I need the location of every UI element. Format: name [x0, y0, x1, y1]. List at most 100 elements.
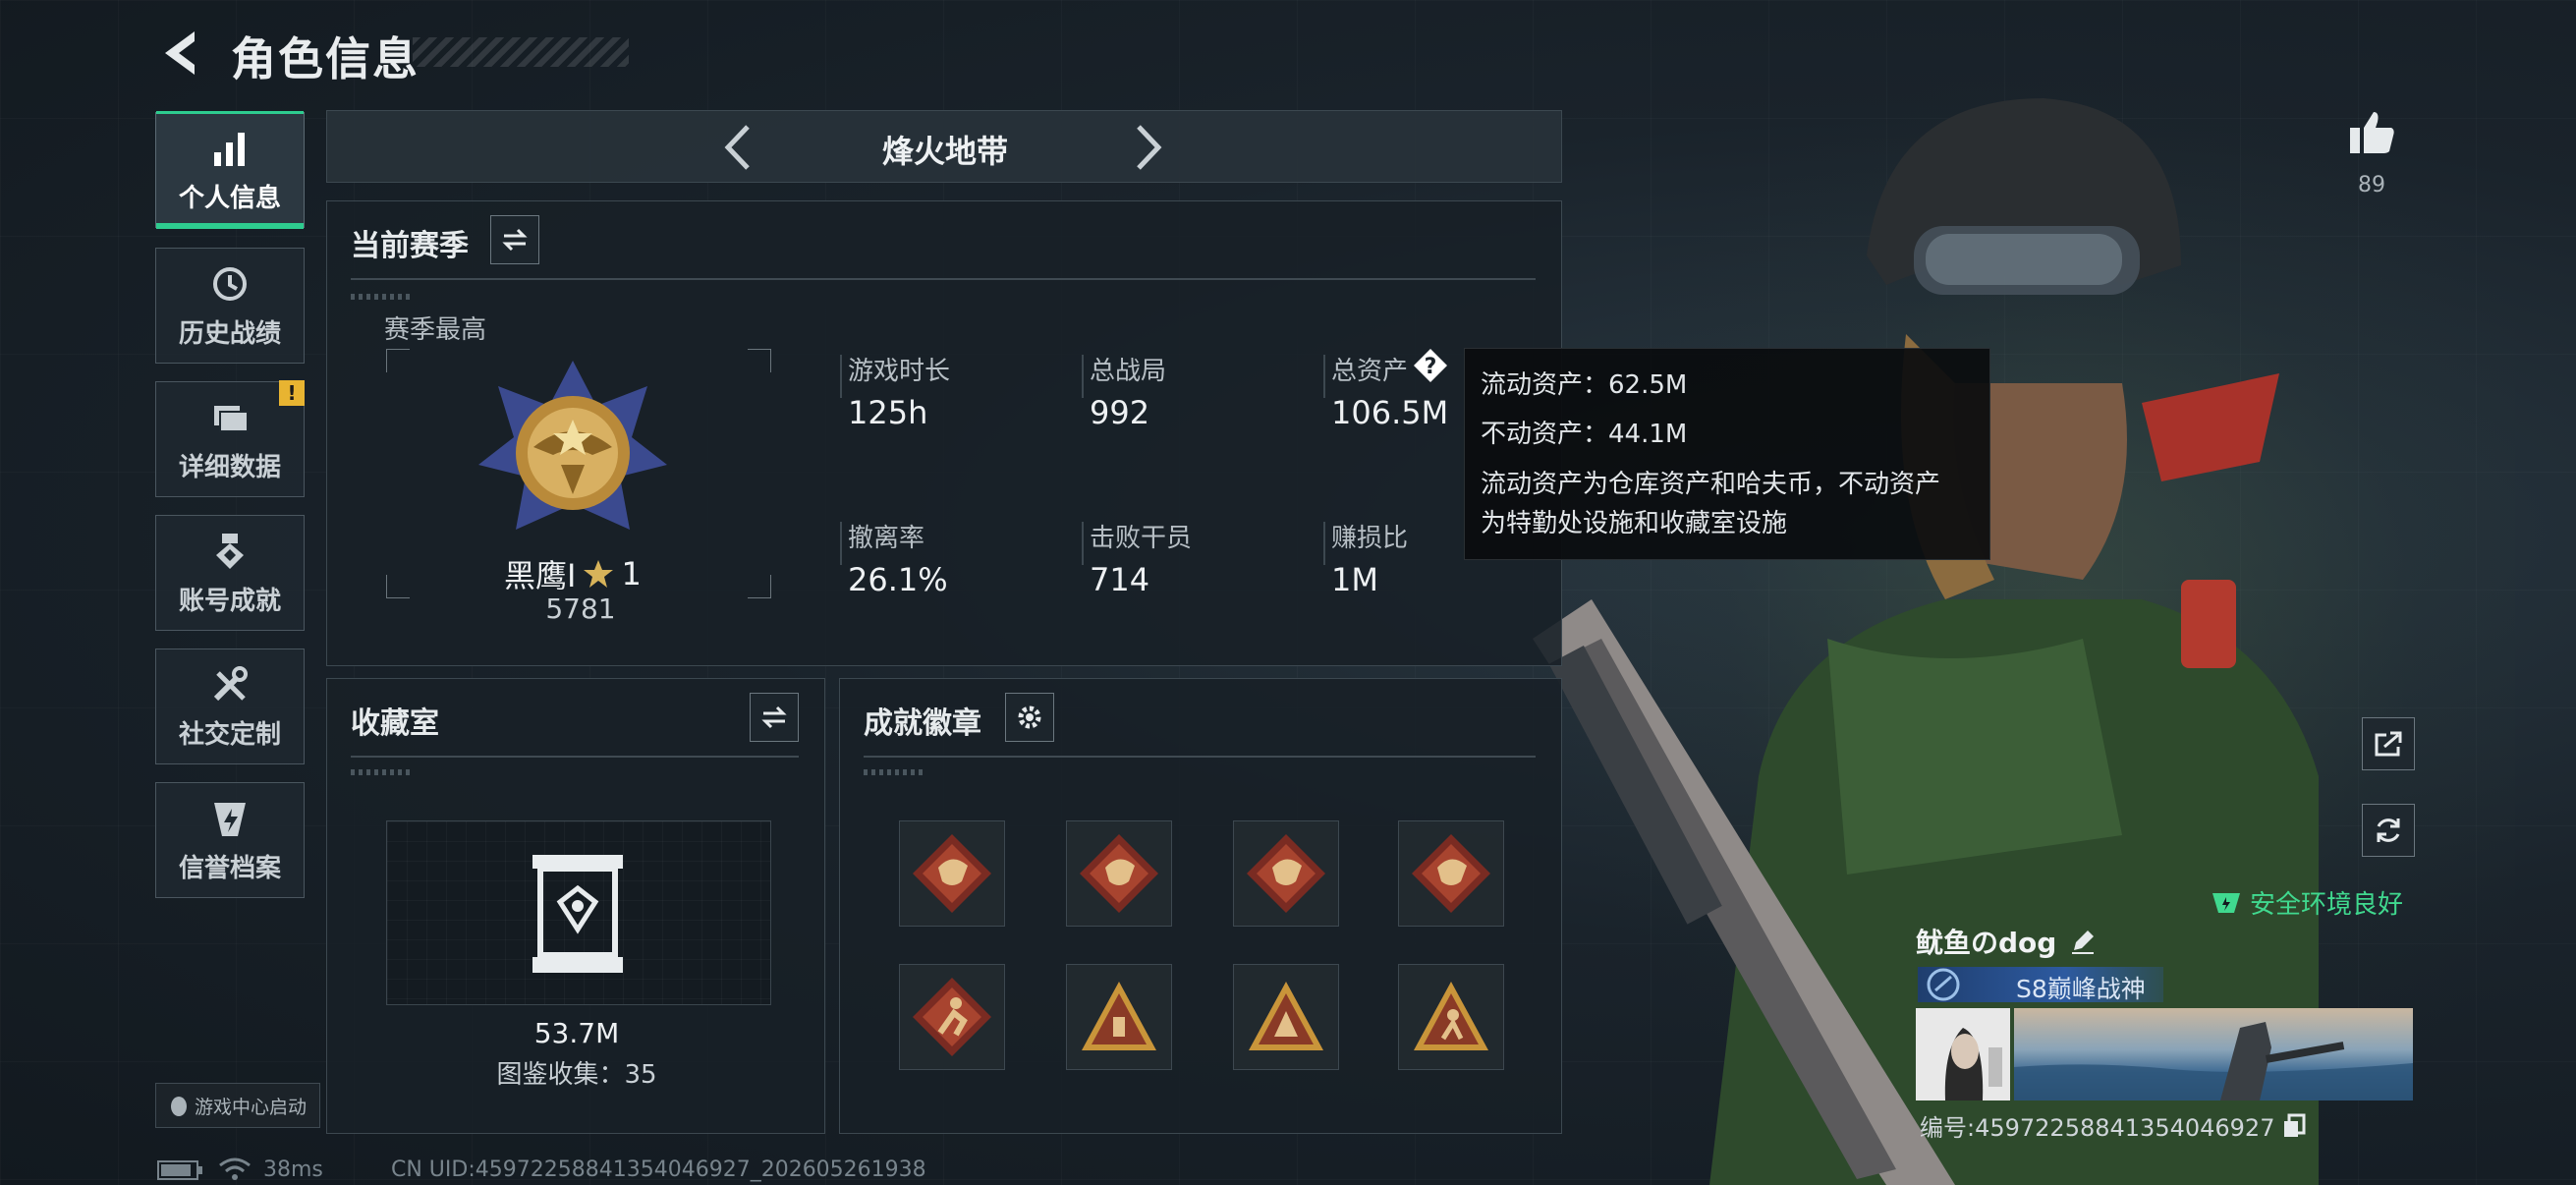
share-icon	[2375, 731, 2402, 757]
dragon-badge-icon	[1412, 834, 1490, 913]
stat-value: 992	[1090, 394, 1150, 431]
help-icon[interactable]: ?	[1412, 347, 1449, 384]
player-id-row: 编号:4597225884135404692​7	[1920, 1108, 2306, 1143]
banner-scene	[2014, 1022, 2413, 1100]
achievement-badge[interactable]	[1398, 820, 1504, 927]
tooltip-fixed: 不动资产：44.1M	[1481, 420, 1688, 449]
launch-label: 游戏中心启动	[194, 1096, 307, 1118]
player-id: 编号:4597225884135404692​7	[1920, 1114, 2275, 1142]
display-case-icon	[532, 855, 623, 973]
asset-tooltip: 流动资产：62.5M 不动资产：44.1M 流动资产为仓库资产和哈夫币，不动资产…	[1464, 348, 1990, 560]
achievement-badge[interactable]	[899, 964, 1005, 1070]
cn-uid-line: CN UID:4597225884135404692​7_20260526193…	[391, 1157, 926, 1182]
stat-label: 游戏时长	[848, 357, 951, 386]
mode-name: 烽火地带	[881, 133, 1008, 170]
medal-icon	[216, 533, 244, 569]
dragon-badge-icon	[1247, 834, 1325, 913]
shield-bolt-icon	[214, 802, 246, 836]
sidebar-item-label: 历史战绩	[178, 318, 281, 349]
refresh-icon	[2377, 818, 2400, 842]
star-icon	[584, 560, 614, 588]
avatar-portrait	[1944, 1028, 2002, 1100]
pyramid-badge-icon	[1082, 982, 1156, 1050]
season-panel: 当前赛季 赛季最高 黑鹰I 1 5781 游戏时长 125h 总战局 992 总…	[326, 200, 1562, 666]
stat-value: 26.1%	[848, 561, 948, 598]
stat-label: 击败干员	[1090, 524, 1193, 553]
achievements-title: 成就徽章	[864, 706, 981, 741]
collection-title: 收藏室	[351, 706, 439, 741]
collection-preview[interactable]	[386, 820, 771, 1005]
stat-label: 总战局	[1090, 357, 1167, 386]
bar-chart-icon	[214, 132, 245, 166]
rank-stars: 1	[621, 555, 642, 592]
sidebar-item-label: 详细数据	[178, 452, 281, 482]
battery-icon	[157, 1160, 202, 1180]
player-banner-image[interactable]	[2014, 1008, 2413, 1100]
achievement-badge[interactable]	[1233, 964, 1339, 1070]
gallery-count: 图鉴收集：35	[496, 1060, 657, 1090]
history-clock-icon	[213, 266, 247, 301]
player-name-row: 鱿鱼のdog	[1916, 922, 2098, 961]
gear-icon	[1018, 705, 1041, 729]
copy-icon[interactable]	[2282, 1113, 2306, 1139]
achievement-badge[interactable]	[1398, 964, 1504, 1070]
stat-label: 总资产	[1331, 357, 1409, 386]
collection-switch-button[interactable]	[750, 693, 799, 742]
edit-pencil-icon[interactable]	[2068, 927, 2098, 956]
runner-badge-icon	[913, 978, 991, 1056]
dragon-badge-icon	[913, 834, 991, 913]
achievement-badge[interactable]	[1233, 820, 1339, 927]
stat-value: 125h	[848, 394, 928, 431]
season-best-label: 赛季最高	[384, 315, 487, 345]
tooltip-desc-line2: 为特勤处设施和收藏室设施	[1481, 509, 1788, 538]
chevron-right-icon[interactable]	[1131, 123, 1166, 172]
achievement-badge[interactable]	[1066, 964, 1172, 1070]
achievement-badge[interactable]	[899, 820, 1005, 927]
sidebar-item-details[interactable]: 详细数据 !	[155, 380, 305, 497]
rank-name: 黑鹰I	[504, 557, 577, 594]
dragon-badge-icon	[1080, 834, 1158, 913]
page-title: 角色信息	[231, 32, 420, 85]
safe-env-label: 安全环境良好	[2250, 890, 2404, 920]
sidebar-item-profile[interactable]: 个人信息	[155, 111, 305, 229]
tools-icon	[213, 665, 248, 701]
player-avatar[interactable]	[1916, 1008, 2010, 1100]
achievement-badge[interactable]	[1066, 820, 1172, 927]
thumbs-up-icon[interactable]	[2346, 106, 2397, 157]
sidebar-item-label: 信誉档案	[178, 853, 281, 883]
stat-label: 撤离率	[848, 524, 925, 553]
sidebar-item-reputation[interactable]: 信誉档案	[155, 782, 305, 898]
safe-environment-status: 安全环境良好	[2211, 884, 2403, 921]
rank-title: 黑鹰I 1	[504, 551, 642, 596]
triangle-figure-badge-icon	[1414, 982, 1488, 1050]
share-button[interactable]	[2362, 717, 2415, 770]
likes-count: 89	[2358, 173, 2385, 198]
season-title: 当前赛季	[351, 229, 469, 263]
sidebar-item-label: 账号成就	[178, 586, 281, 616]
season-switch-button[interactable]	[490, 215, 539, 264]
sidebar-item-achievements[interactable]: 账号成就	[155, 515, 305, 631]
sidebar-item-social[interactable]: 社交定制	[155, 649, 305, 764]
stat-label: 赚损比	[1331, 524, 1409, 553]
swap-icon	[502, 228, 528, 252]
stat-value: 106.5M	[1331, 394, 1449, 431]
penguin-icon	[170, 1097, 187, 1116]
game-center-launch-button[interactable]: 游戏中心启动	[155, 1083, 320, 1128]
player-title: S8巅峰战神	[2016, 975, 2146, 1003]
back-arrow-icon[interactable]	[155, 26, 206, 81]
stat-value: 1M	[1331, 561, 1378, 598]
title-emblem-icon	[1927, 968, 1960, 1001]
sidebar-item-label: 社交定制	[178, 719, 281, 750]
achievements-settings-button[interactable]	[1005, 693, 1054, 742]
tooltip-liquid: 流动资产：62.5M	[1481, 370, 1688, 400]
sidebar-item-history[interactable]: 历史战绩	[155, 248, 305, 364]
title-decoration	[413, 37, 629, 67]
refresh-button[interactable]	[2362, 804, 2415, 857]
ping-latency: 38ms	[263, 1157, 323, 1182]
collection-value: 53.7M	[533, 1017, 620, 1049]
help-diamond-icon: ?	[1414, 349, 1447, 382]
stat-value: 714	[1090, 561, 1150, 598]
collection-panel: 收藏室 53.7M 图鉴收集：35	[326, 678, 825, 1134]
mode-selector: 烽火地带	[326, 110, 1562, 183]
tooltip-desc-line1: 流动资产为仓库资产和哈夫币，不动资产	[1481, 470, 1941, 499]
